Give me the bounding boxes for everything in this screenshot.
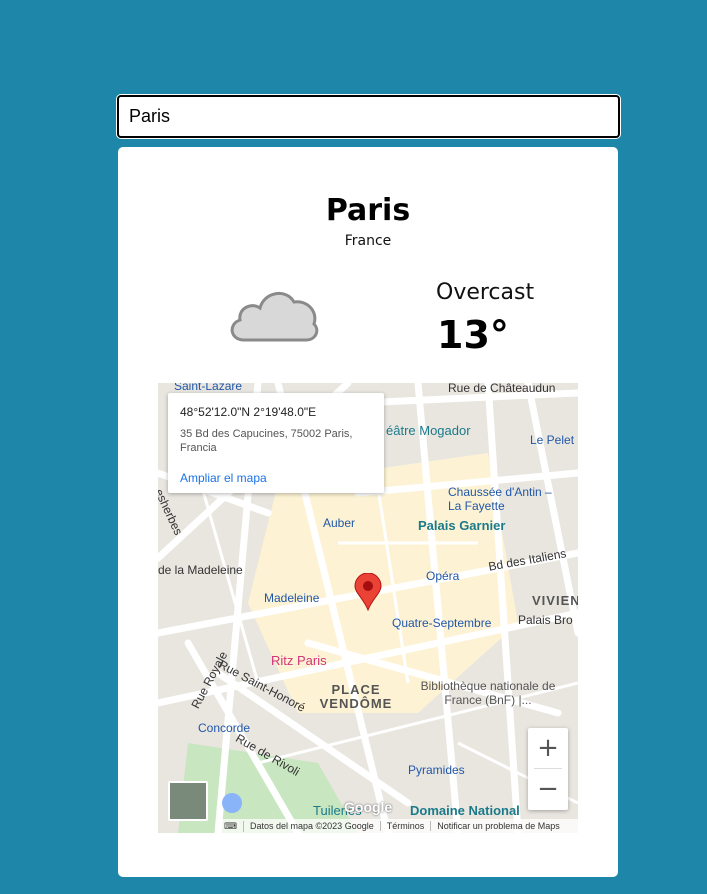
map-label-domaine-national: Domaine National xyxy=(410,803,520,818)
country-name: France xyxy=(344,233,392,249)
map-label-palais-brongniart: Palais Bro xyxy=(518,613,573,627)
weather-card: Paris France Overcast 13° Saint-Lazare R… xyxy=(118,147,618,877)
map-label-theatre-mogador: éâtre Mogador xyxy=(386,423,471,438)
popup-address: 35 Bd des Capucines, 75002 Paris, Franci… xyxy=(180,428,353,454)
map[interactable]: Saint-Lazare Rue de Châteaudun éâtre Mog… xyxy=(158,383,578,833)
map-label-pyramides: Pyramides xyxy=(408,763,465,777)
map-label-ritz: Ritz Paris xyxy=(271,653,327,668)
report-problem-link[interactable]: Notificar un problema de Maps xyxy=(431,821,566,831)
city-name: Paris xyxy=(325,193,411,228)
temperature: 13° xyxy=(437,313,509,357)
map-label-rue-chateaudun: Rue de Châteaudun xyxy=(448,383,556,395)
zoom-controls: + − xyxy=(528,728,568,810)
google-logo: Google xyxy=(344,799,393,815)
map-label-vivienne: VIVIEN xyxy=(532,593,578,608)
zoom-in-button[interactable]: + xyxy=(528,728,568,768)
map-label-bnf: Bibliothèque nationale de France (BnF) |… xyxy=(420,679,556,707)
enlarge-map-link[interactable]: Ampliar el mapa xyxy=(180,471,267,485)
search-input[interactable] xyxy=(119,97,618,136)
map-label-opera: Opéra xyxy=(426,569,460,583)
map-label-le-pelet: Le Pelet xyxy=(530,433,575,447)
map-label-madeleine-metro: Madeleine xyxy=(264,591,320,605)
map-label-palais-garnier: Palais Garnier xyxy=(418,518,506,533)
map-label-chaussee-dantin: Chaussée d'Antin – La Fayette xyxy=(448,485,552,513)
popup-coordinates: 48°52'12.0"N 2°19'48.0"E xyxy=(180,405,317,419)
map-label-madeleine-area: de la Madeleine xyxy=(158,563,243,577)
map-label-quatre-septembre: Quatre-Septembre xyxy=(392,616,492,630)
terms-link[interactable]: Términos xyxy=(381,821,432,831)
cloud-icon xyxy=(224,278,320,350)
street-view-icon[interactable] xyxy=(222,793,242,813)
zoom-out-button[interactable]: − xyxy=(528,769,568,809)
info-popup: 48°52'12.0"N 2°19'48.0"E 35 Bd des Capuc… xyxy=(168,393,384,493)
search-box[interactable] xyxy=(117,95,620,138)
satellite-toggle[interactable] xyxy=(168,781,208,821)
map-label-place-vendome: PLACE VENDÔME xyxy=(319,682,393,711)
keyboard-icon[interactable]: ⌨ xyxy=(218,820,244,832)
map-label-saint-lazare: Saint-Lazare xyxy=(174,383,243,393)
map-data-attribution: Datos del mapa ©2023 Google xyxy=(244,821,381,831)
weather-condition: Overcast xyxy=(436,280,535,305)
map-label-auber: Auber xyxy=(323,516,356,530)
map-footer: ⌨ Datos del mapa ©2023 Google Términos N… xyxy=(218,819,578,833)
